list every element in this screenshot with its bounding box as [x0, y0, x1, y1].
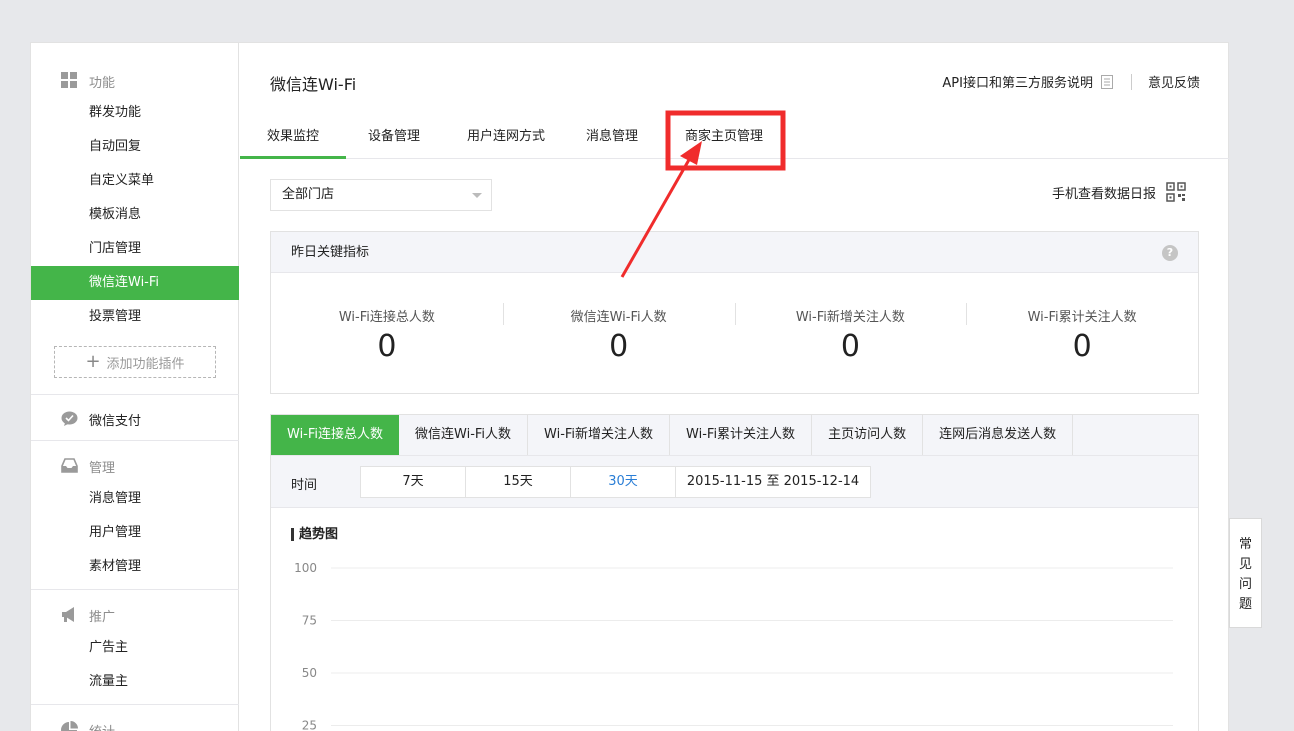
sidebar-section-label: 微信支付	[89, 414, 142, 429]
y-tick-label: 50	[302, 666, 317, 680]
sidebar-section-label: 管理	[89, 461, 116, 476]
sidebar-item-custom-menu[interactable]: 自定义菜单	[31, 164, 239, 198]
help-icon[interactable]: ?	[1162, 245, 1178, 261]
faq-label: 常见问题	[1230, 535, 1261, 615]
kpi-row: Wi-Fi连接总人数 0 微信连Wi-Fi人数 0 Wi-Fi新增关注人数 0 …	[271, 273, 1198, 393]
store-select-value: 全部门店	[282, 187, 335, 202]
sidebar-section-features: 功能	[31, 63, 239, 97]
metric-tab-homepage-visits[interactable]: 主页访问人数	[812, 415, 924, 455]
tab-bar: 效果监控 设备管理 用户连网方式 消息管理 商家主页管理	[240, 121, 1230, 159]
sidebar-divider	[31, 440, 239, 441]
feedback-link[interactable]: 意见反馈	[1148, 72, 1200, 91]
kpi-name: Wi-Fi累计关注人数	[1027, 310, 1137, 325]
kpi-item: Wi-Fi新增关注人数 0	[734, 273, 967, 393]
range-15-days-button[interactable]: 15天	[465, 466, 571, 498]
sidebar-item-auto-reply[interactable]: 自动回复	[31, 130, 239, 164]
kpi-item: Wi-Fi累计关注人数 0	[966, 273, 1198, 393]
sidebar-section-label: 推广	[89, 610, 116, 625]
sidebar-item-user-management[interactable]: 用户管理	[31, 516, 239, 550]
grid-icon	[61, 72, 77, 88]
top-links: API接口和第三方服务说明 意见反馈	[942, 72, 1200, 91]
kpi-name: Wi-Fi连接总人数	[338, 310, 435, 325]
y-tick-label: 25	[302, 719, 317, 731]
sidebar-divider	[31, 589, 239, 590]
sidebar-section-label: 功能	[89, 76, 116, 91]
sidebar-item-store-management[interactable]: 门店管理	[31, 232, 239, 266]
detail-panel: Wi-Fi连接总人数 微信连Wi-Fi人数 Wi-Fi新增关注人数 Wi-Fi累…	[270, 414, 1199, 731]
add-plugin-button[interactable]: + 添加功能插件	[54, 346, 216, 378]
sidebar-divider	[31, 704, 239, 705]
metric-tab-new-followers[interactable]: Wi-Fi新增关注人数	[528, 415, 671, 455]
metric-tab-wifi-total[interactable]: Wi-Fi连接总人数	[271, 415, 400, 455]
kpi-panel: 昨日关键指标 ? Wi-Fi连接总人数 0 微信连Wi-Fi人数 0 Wi-Fi…	[270, 231, 1199, 394]
time-filter-row: 时间 7天 15天 30天 2015-11-15 至 2015-12-14	[271, 456, 1198, 508]
sidebar-item-wechat-wifi[interactable]: 微信连Wi-Fi	[31, 266, 239, 300]
sidebar-item-mass-send[interactable]: 群发功能	[31, 96, 239, 130]
tab-device-management[interactable]: 设备管理	[358, 121, 430, 159]
add-plugin-label: 添加功能插件	[106, 356, 185, 372]
faq-char: 常	[1238, 537, 1252, 552]
kpi-item: 微信连Wi-Fi人数 0	[502, 273, 735, 393]
time-label: 时间	[291, 478, 318, 493]
y-tick-label: 100	[294, 561, 317, 575]
sidebar-section-management: 管理	[31, 448, 239, 482]
metric-tab-wechat-wifi[interactable]: 微信连Wi-Fi人数	[399, 415, 529, 455]
tab-merchant-homepage[interactable]: 商家主页管理	[674, 121, 774, 159]
document-icon[interactable]	[1100, 74, 1113, 89]
link-separator	[1130, 73, 1132, 90]
main-panel: 功能 群发功能 自动回复 自定义菜单 模板消息 门店管理 微信连Wi-Fi 投票…	[30, 42, 1230, 731]
store-select[interactable]: 全部门店	[270, 179, 492, 211]
tab-effect-monitoring[interactable]: 效果监控	[240, 121, 346, 159]
kpi-value: 0	[609, 329, 629, 364]
sidebar-divider	[31, 394, 239, 395]
mobile-report-label: 手机查看数据日报	[1051, 186, 1156, 202]
range-7-days-button[interactable]: 7天	[360, 466, 466, 498]
tab-user-connection-method[interactable]: 用户连网方式	[456, 121, 556, 159]
sidebar-item-publisher[interactable]: 流量主	[31, 665, 239, 699]
mobile-report-link[interactable]: 手机查看数据日报	[1052, 182, 1186, 202]
inbox-icon	[61, 458, 78, 473]
trend-chart: 趋势图 100 75 50 25	[271, 508, 1198, 731]
metric-tab-messages-after-connect[interactable]: 连网后消息发送人数	[923, 415, 1074, 455]
pie-chart-icon	[61, 721, 78, 731]
sidebar-item-material-management[interactable]: 素材管理	[31, 550, 239, 584]
kpi-name: Wi-Fi新增关注人数	[795, 310, 905, 325]
range-30-days-button[interactable]: 30天	[570, 466, 676, 498]
caret-down-icon	[472, 193, 482, 198]
main-content: 微信连Wi-Fi API接口和第三方服务说明 意见反馈 效果监控 设备管理 用户…	[240, 43, 1230, 731]
sidebar-item-message-management[interactable]: 消息管理	[31, 482, 239, 516]
metric-tab-cumulative-followers[interactable]: Wi-Fi累计关注人数	[670, 415, 813, 455]
plus-icon: +	[85, 351, 101, 372]
faq-button[interactable]: 常见问题	[1229, 518, 1262, 628]
trend-chart-svg: 100 75 50 25	[294, 561, 1173, 731]
sidebar-section-label: 统计	[89, 721, 115, 731]
kpi-value: 0	[840, 329, 860, 364]
metric-tab-bar: Wi-Fi连接总人数 微信连Wi-Fi人数 Wi-Fi新增关注人数 Wi-Fi累…	[271, 415, 1198, 456]
sidebar-item-advertiser[interactable]: 广告主	[31, 631, 239, 665]
kpi-item: Wi-Fi连接总人数 0	[271, 273, 503, 393]
sidebar-section-promotion: 推广	[31, 597, 239, 631]
kpi-value: 0	[377, 329, 397, 364]
kpi-header: 昨日关键指标 ?	[271, 232, 1198, 273]
faq-char: 题	[1238, 597, 1252, 612]
api-docs-link[interactable]: API接口和第三方服务说明	[942, 72, 1093, 91]
sidebar-section-wechat-pay[interactable]: 微信支付	[31, 401, 239, 435]
tab-message-management[interactable]: 消息管理	[580, 121, 644, 159]
kpi-name: 微信连Wi-Fi人数	[570, 310, 667, 325]
sidebar-section-statistics: 统计	[31, 712, 239, 731]
y-tick-label: 75	[302, 614, 317, 628]
faq-char: 见	[1238, 557, 1252, 572]
megaphone-icon	[62, 607, 74, 622]
sidebar-item-template-message[interactable]: 模板消息	[31, 198, 239, 232]
sidebar: 功能 群发功能 自动回复 自定义菜单 模板消息 门店管理 微信连Wi-Fi 投票…	[31, 43, 239, 731]
date-range-picker[interactable]: 2015-11-15 至 2015-12-14	[675, 466, 871, 498]
kpi-value: 0	[1072, 329, 1092, 364]
kpi-title: 昨日关键指标	[291, 245, 370, 260]
qr-code-icon	[1166, 182, 1186, 202]
sidebar-item-vote-management[interactable]: 投票管理	[31, 300, 239, 334]
page-title: 微信连Wi-Fi	[270, 75, 357, 94]
wechat-pay-icon	[61, 411, 78, 426]
faq-char: 问	[1238, 577, 1252, 592]
